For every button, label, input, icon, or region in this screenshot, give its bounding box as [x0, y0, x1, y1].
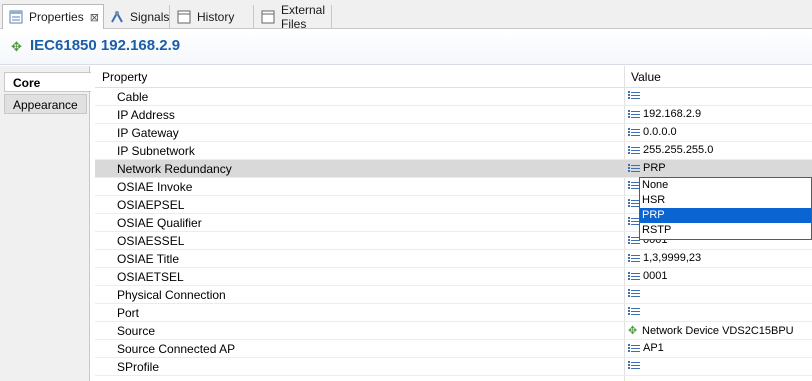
dropdown-option-none[interactable]: None: [640, 178, 811, 193]
list-value-icon: [628, 271, 640, 281]
history-icon: [176, 9, 192, 25]
tab-external-files[interactable]: External Files: [255, 3, 332, 31]
property-value[interactable]: PRP: [628, 162, 666, 174]
column-header-value[interactable]: Value: [631, 70, 661, 84]
network-redundancy-dropdown[interactable]: None HSR PRP RSTP: [639, 177, 812, 240]
property-value[interactable]: [628, 288, 643, 298]
page-title: IEC61850 192.168.2.9: [30, 37, 181, 54]
property-value[interactable]: 255.255.255.0: [628, 144, 713, 156]
property-name: OSIAESSEL: [117, 234, 185, 248]
list-value-icon: [628, 288, 640, 298]
external-files-icon: [260, 9, 276, 25]
property-value[interactable]: [628, 306, 643, 316]
property-value[interactable]: 1,3,9999,23: [628, 252, 701, 264]
property-name: IP Gateway: [117, 126, 179, 140]
property-value[interactable]: 0.0.0.0: [628, 126, 677, 138]
property-value[interactable]: [628, 90, 643, 100]
list-value-icon: [628, 90, 640, 100]
value-text: AP1: [643, 342, 664, 354]
tab-history[interactable]: History: [171, 5, 254, 29]
property-name: Source Connected AP: [117, 342, 236, 356]
tab-label: History: [197, 10, 235, 24]
table-row[interactable]: Physical Connection: [95, 286, 812, 304]
list-value-icon: [628, 163, 640, 173]
section-tab-appearance[interactable]: Appearance: [4, 94, 87, 114]
table-row[interactable]: OSIAE Title 1,3,9999,23: [95, 250, 812, 268]
list-value-icon: [628, 145, 640, 155]
properties-title-bar: ✥ IEC61850 192.168.2.9: [0, 30, 812, 65]
property-name: Cable: [117, 90, 149, 104]
property-name: SProfile: [117, 360, 160, 374]
list-value-icon: [628, 306, 640, 316]
table-row[interactable]: Source ✥ Network Device VDS2C15BPU: [95, 322, 812, 340]
tab-signals[interactable]: Signals: [104, 5, 170, 29]
list-value-icon: [628, 109, 640, 119]
section-tab-core[interactable]: Core: [4, 72, 91, 92]
dropdown-option-hsr[interactable]: HSR: [640, 193, 811, 208]
tab-label: External Files: [281, 3, 326, 31]
list-value-icon: [628, 360, 640, 370]
value-text: 192.168.2.9: [643, 108, 702, 120]
table-row[interactable]: Network Redundancy PRP: [95, 160, 812, 178]
table-row[interactable]: IP Subnetwork 255.255.255.0: [95, 142, 812, 160]
table-row[interactable]: Port: [95, 304, 812, 322]
property-value[interactable]: AP1: [628, 342, 664, 354]
property-value[interactable]: [628, 360, 643, 370]
device-diamond-icon: ✥: [11, 39, 22, 54]
tab-label: Properties: [29, 10, 84, 24]
property-name: OSIAETSEL: [117, 270, 184, 284]
column-header-property[interactable]: Property: [102, 70, 147, 84]
value-text: Network Device VDS2C15BPU: [642, 324, 794, 337]
table-row[interactable]: IP Gateway 0.0.0.0: [95, 124, 812, 142]
tab-properties[interactable]: Properties ⊠: [2, 4, 104, 29]
property-name: IP Subnetwork: [117, 144, 195, 158]
properties-icon: [8, 9, 24, 25]
property-name: Source: [117, 324, 156, 338]
close-tab-icon[interactable]: ⊠: [90, 11, 99, 24]
list-value-icon: [628, 253, 640, 263]
dropdown-option-rstp[interactable]: RSTP: [640, 223, 811, 238]
property-name: Network Redundancy: [117, 162, 232, 176]
property-name: OSIAE Qualifier: [117, 216, 202, 230]
property-name: Port: [117, 306, 140, 320]
network-device-icon: ✥: [628, 325, 638, 337]
view-tab-bar: Properties ⊠ Signals History External Fi…: [0, 0, 812, 31]
property-name: OSIAE Title: [117, 252, 180, 266]
value-text: PRP: [643, 162, 666, 174]
property-name: Physical Connection: [117, 288, 226, 302]
value-text: 1,3,9999,23: [643, 252, 702, 264]
tab-label: Signals: [130, 10, 170, 24]
table-row[interactable]: OSIAETSEL 0001: [95, 268, 812, 286]
property-name: OSIAEPSEL: [117, 198, 185, 212]
section-tabs: Core Appearance: [0, 66, 91, 381]
table-row[interactable]: Cable: [95, 88, 812, 106]
table-row[interactable]: IP Address 192.168.2.9: [95, 106, 812, 124]
table-header: Property Value: [95, 66, 812, 88]
list-value-icon: [628, 127, 640, 137]
property-value[interactable]: ✥ Network Device VDS2C15BPU: [628, 324, 794, 338]
value-text: 255.255.255.0: [643, 144, 714, 156]
property-name: OSIAE Invoke: [117, 180, 193, 194]
value-text: 0001: [643, 270, 668, 282]
value-text: 0.0.0.0: [643, 126, 677, 138]
table-row[interactable]: Source Connected AP AP1: [95, 340, 812, 358]
property-value[interactable]: 0001: [628, 270, 667, 282]
dropdown-option-prp[interactable]: PRP: [640, 208, 811, 223]
property-name: IP Address: [117, 108, 175, 122]
table-row[interactable]: SProfile: [95, 358, 812, 376]
property-value[interactable]: 192.168.2.9: [628, 108, 701, 120]
list-value-icon: [628, 343, 640, 353]
signals-icon: [109, 9, 125, 25]
